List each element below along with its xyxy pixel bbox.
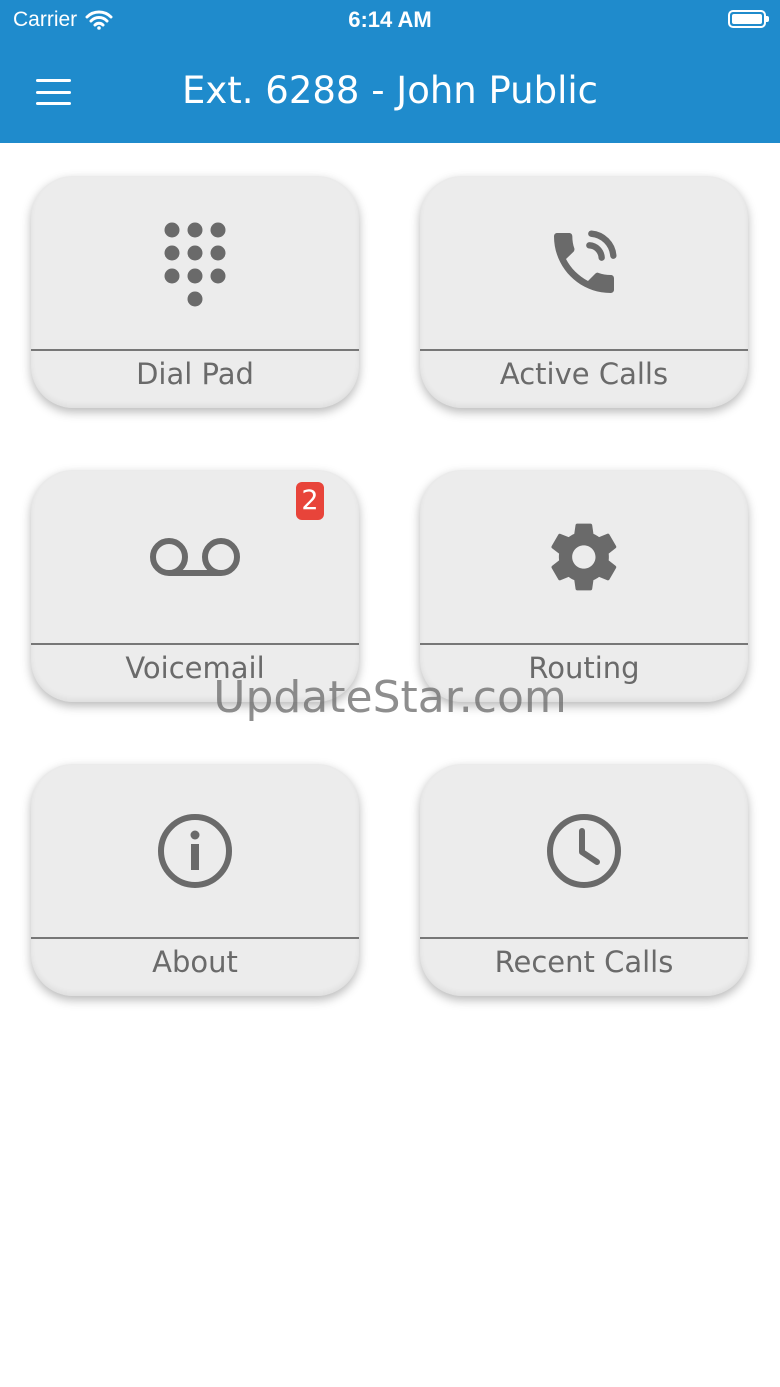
recent-calls-button[interactable]: Recent Calls [420,764,748,996]
gear-icon [551,523,617,590]
tile-divider [31,349,359,351]
phone-call-icon [554,230,617,293]
voicemail-count-badge: 2 [296,482,324,520]
dialpad-icon [164,222,226,306]
tile-label: Routing [528,651,640,685]
tile-divider [31,937,359,939]
app-header: Carrier 6:14 AM Ext. 6288 - John Public [0,0,780,143]
battery-icon [728,10,769,28]
tile-label: Active Calls [499,357,669,391]
active-calls-button[interactable]: Active Calls [420,176,748,408]
dial-pad-button[interactable]: Dial Pad [31,176,359,408]
about-button[interactable]: About [31,764,359,996]
clock-icon [547,813,621,888]
voicemail-button[interactable]: 2 Voicemail [31,470,359,702]
tile-divider [420,349,748,351]
voicemail-icon [150,537,240,576]
tile-divider [420,937,748,939]
tile-label: Voicemail [125,651,265,685]
tile-label: Recent Calls [494,945,674,979]
tile-divider [31,643,359,645]
routing-button[interactable]: Routing [420,470,748,702]
tile-label: Dial Pad [136,357,254,391]
info-icon [158,813,232,888]
tile-divider [420,643,748,645]
tile-label: About [152,945,238,979]
page-title: Ext. 6288 - John Public [181,69,599,112]
status-bar: Carrier 6:14 AM [0,0,780,40]
status-time: 6:14 AM [348,7,432,32]
